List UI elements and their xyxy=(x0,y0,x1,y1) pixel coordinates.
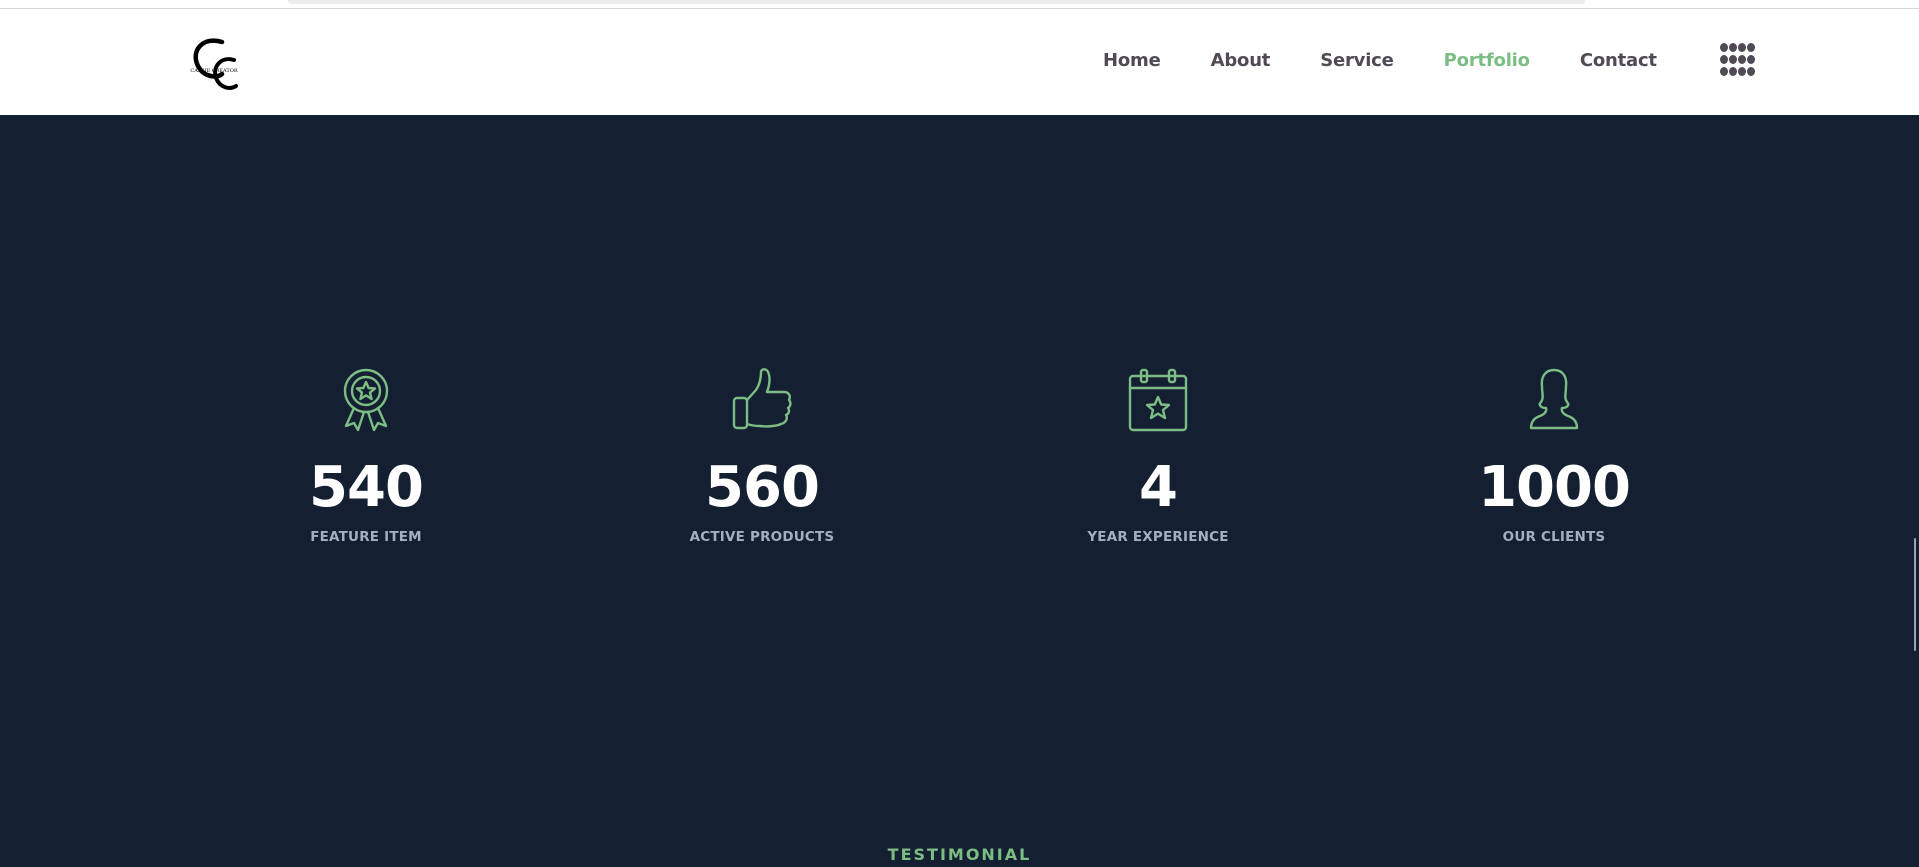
calendar-star-icon xyxy=(1128,368,1188,432)
stat-year-experience: 4 YEAR EXPERIENCE xyxy=(1028,368,1288,545)
user-silhouette-icon xyxy=(1524,368,1584,432)
stat-feature-item: 540 FEATURE ITEM xyxy=(236,368,496,545)
nav-about[interactable]: About xyxy=(1211,50,1271,71)
nav-portfolio[interactable]: Portfolio xyxy=(1444,50,1530,71)
nav-contact[interactable]: Contact xyxy=(1580,50,1657,71)
logo-icon: CASSIE CREATOR xyxy=(190,38,238,90)
stat-value: 560 xyxy=(705,455,820,520)
stat-label: FEATURE ITEM xyxy=(310,529,422,545)
browser-top-strip xyxy=(0,0,1919,9)
nav-service[interactable]: Service xyxy=(1320,50,1394,71)
thumbs-up-icon xyxy=(732,368,792,432)
stat-our-clients: 1000 OUR CLIENTS xyxy=(1424,368,1684,545)
testimonial-heading: TESTIMONIAL xyxy=(887,845,1032,864)
stat-value: 1000 xyxy=(1478,455,1631,520)
stat-value: 540 xyxy=(309,455,424,520)
logo-wordmark: CASSIE CREATOR xyxy=(190,68,237,74)
site-header: CASSIE CREATOR Home About Service Portfo… xyxy=(0,9,1919,115)
stat-label: ACTIVE PRODUCTS xyxy=(689,529,835,545)
scrollbar-thumb[interactable] xyxy=(1914,538,1916,651)
award-ribbon-icon xyxy=(336,368,396,432)
stat-value: 4 xyxy=(1139,455,1178,520)
top-scroll-bar xyxy=(288,0,1585,4)
logo[interactable]: CASSIE CREATOR xyxy=(184,34,244,94)
grid-dots-icon[interactable] xyxy=(1720,43,1755,80)
stat-label: OUR CLIENTS xyxy=(1502,529,1606,545)
stat-active-products: 560 ACTIVE PRODUCTS xyxy=(632,368,892,545)
nav-home[interactable]: Home xyxy=(1103,50,1161,71)
main-nav: Home About Service Portfolio Contact xyxy=(1103,50,1707,71)
stat-label: YEAR EXPERIENCE xyxy=(1087,529,1229,545)
